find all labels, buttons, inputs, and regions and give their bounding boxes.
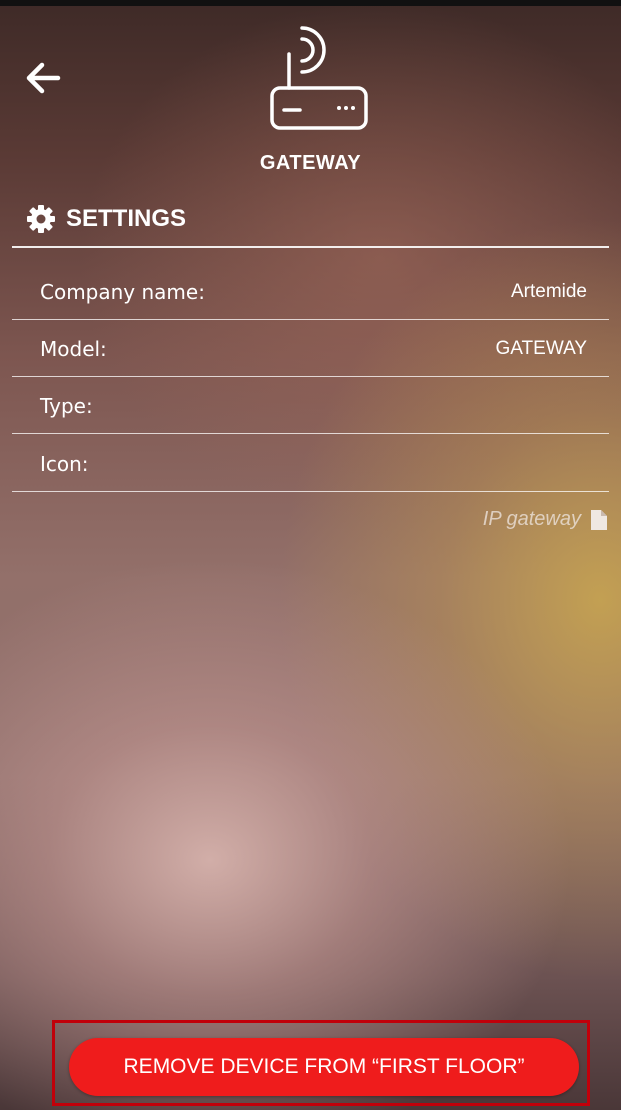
arrow-left-icon bbox=[26, 62, 61, 94]
wifi-router-icon bbox=[270, 26, 368, 130]
settings-row-type[interactable]: Type: bbox=[12, 378, 609, 434]
settings-divider bbox=[12, 246, 609, 248]
row-label: Type: bbox=[40, 393, 93, 418]
settings-row-icon[interactable]: Icon: bbox=[12, 436, 609, 492]
remove-device-highlight: REMOVE DEVICE FROM “FIRST FLOOR” bbox=[52, 1020, 590, 1106]
settings-row-company: Company name: Artemide bbox=[12, 264, 609, 320]
ip-gateway-doc-link[interactable]: IP gateway bbox=[483, 508, 607, 531]
settings-title: SETTINGS bbox=[66, 205, 187, 232]
gear-icon bbox=[27, 205, 55, 233]
device-title: GATEWAY bbox=[259, 152, 362, 174]
row-value: GATEWAY bbox=[495, 337, 587, 359]
settings-header: SETTINGS bbox=[26, 202, 186, 236]
row-value: Artemide bbox=[510, 280, 587, 302]
document-icon bbox=[591, 509, 607, 530]
remove-device-button[interactable]: REMOVE DEVICE FROM “FIRST FLOOR” bbox=[69, 1038, 579, 1096]
row-label: Company name: bbox=[40, 279, 205, 304]
row-label: Icon: bbox=[40, 451, 89, 476]
row-label: Model: bbox=[40, 336, 107, 361]
back-button[interactable] bbox=[22, 58, 66, 98]
doc-link-label: IP gateway bbox=[482, 508, 581, 530]
settings-row-model: Model: GATEWAY bbox=[12, 321, 609, 377]
top-edge bbox=[0, 0, 621, 6]
